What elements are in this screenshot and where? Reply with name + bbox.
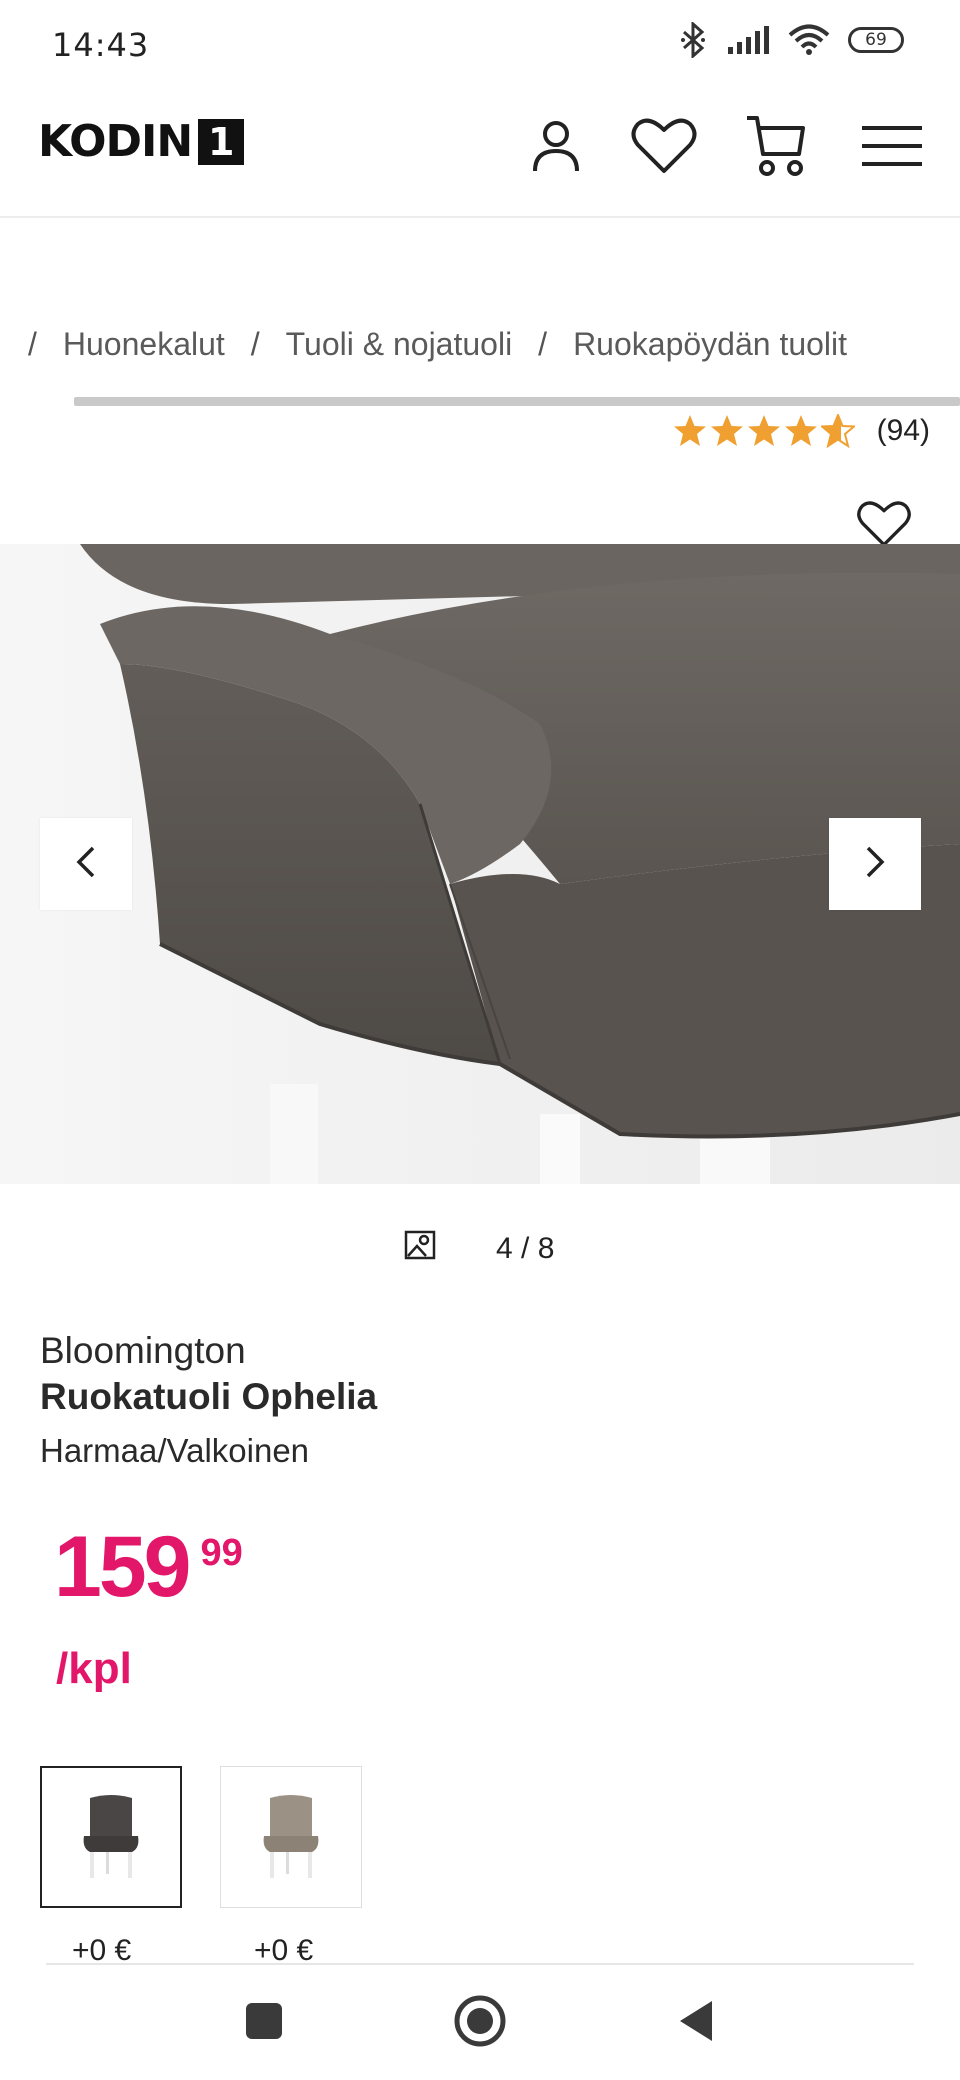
- cart-icon: [745, 114, 807, 183]
- menu-icon: [862, 124, 922, 173]
- home-icon: [452, 1993, 508, 2054]
- product-price: 159 99: [54, 1522, 243, 1612]
- breadcrumb: ti / Huonekalut / Tuoli & nojatuoli / Ru…: [0, 322, 960, 372]
- signal-icon: [726, 25, 770, 55]
- product-image-gallery[interactable]: [0, 544, 960, 1184]
- chevron-right-icon: [864, 845, 886, 884]
- star-icon: [784, 415, 817, 446]
- site-header: KODIN 1: [0, 86, 960, 218]
- breadcrumb-item-huonekalut[interactable]: Huonekalut: [63, 326, 225, 363]
- price-whole: 159: [54, 1519, 191, 1615]
- half-star-icon: [820, 414, 855, 448]
- breadcrumb-scrollbar[interactable]: [74, 397, 960, 406]
- variant-swatch-beige[interactable]: [220, 1766, 362, 1908]
- status-bar: 14:43 69: [0, 0, 960, 86]
- back-icon: [676, 1999, 716, 2048]
- gallery-counter: 4 / 8: [404, 1230, 554, 1268]
- price-unit: /kpl: [56, 1644, 132, 1693]
- breadcrumb-separator: /: [250, 326, 260, 362]
- gallery-next-button[interactable]: [829, 818, 921, 910]
- breadcrumb-item-ruokapoydan-tuolit[interactable]: Ruokapöydän tuolit: [573, 326, 847, 363]
- product-variant: Harmaa/Valkoinen: [40, 1432, 310, 1469]
- star-icon: [710, 415, 743, 446]
- menu-button[interactable]: [856, 112, 928, 184]
- back-button[interactable]: [666, 1993, 726, 2053]
- battery-icon: 69: [848, 27, 904, 53]
- rating-count: (94): [876, 414, 930, 447]
- price-cents: 99: [200, 1532, 243, 1574]
- recents-icon: [244, 2001, 284, 2046]
- user-icon: [531, 119, 581, 178]
- system-nav-bar: [0, 1965, 960, 2080]
- wifi-icon: [788, 24, 830, 56]
- product-brand[interactable]: Bloomington: [40, 1330, 246, 1372]
- heart-icon: [631, 117, 697, 180]
- rating-stars: [673, 414, 855, 448]
- home-button[interactable]: [450, 1993, 510, 2053]
- breadcrumb-item-tuoli[interactable]: Tuoli & nojatuoli: [286, 326, 513, 363]
- chair-thumbnail-grey: [83, 1795, 139, 1878]
- logo-text: KODIN: [38, 116, 193, 167]
- logo-box: 1: [198, 118, 245, 165]
- breadcrumb-item[interactable]: ti: [0, 326, 2, 363]
- breadcrumb-separator: /: [28, 326, 37, 362]
- image-counter-text: 4 / 8: [496, 1232, 555, 1265]
- status-time: 14:43: [52, 26, 150, 64]
- gallery-prev-button[interactable]: [40, 818, 132, 910]
- cart-button[interactable]: [740, 112, 812, 184]
- product-image: [0, 544, 960, 1184]
- star-icon: [747, 415, 780, 446]
- image-icon: [404, 1230, 436, 1268]
- chevron-left-icon: [75, 845, 97, 884]
- product-name: Ruokatuoli Ophelia: [40, 1376, 378, 1417]
- account-button[interactable]: [520, 112, 592, 184]
- product-rating[interactable]: (94): [673, 414, 930, 448]
- breadcrumb-separator: /: [538, 326, 548, 362]
- recents-button[interactable]: [234, 1993, 294, 2053]
- status-icons: 69: [678, 22, 904, 58]
- chair-thumbnail-beige: [263, 1795, 319, 1878]
- bluetooth-icon: [678, 22, 708, 58]
- kodin1-logo[interactable]: KODIN 1: [38, 116, 245, 167]
- variant-swatch-grey[interactable]: [40, 1766, 182, 1908]
- wishlist-button[interactable]: [628, 112, 700, 184]
- star-icon: [673, 415, 706, 446]
